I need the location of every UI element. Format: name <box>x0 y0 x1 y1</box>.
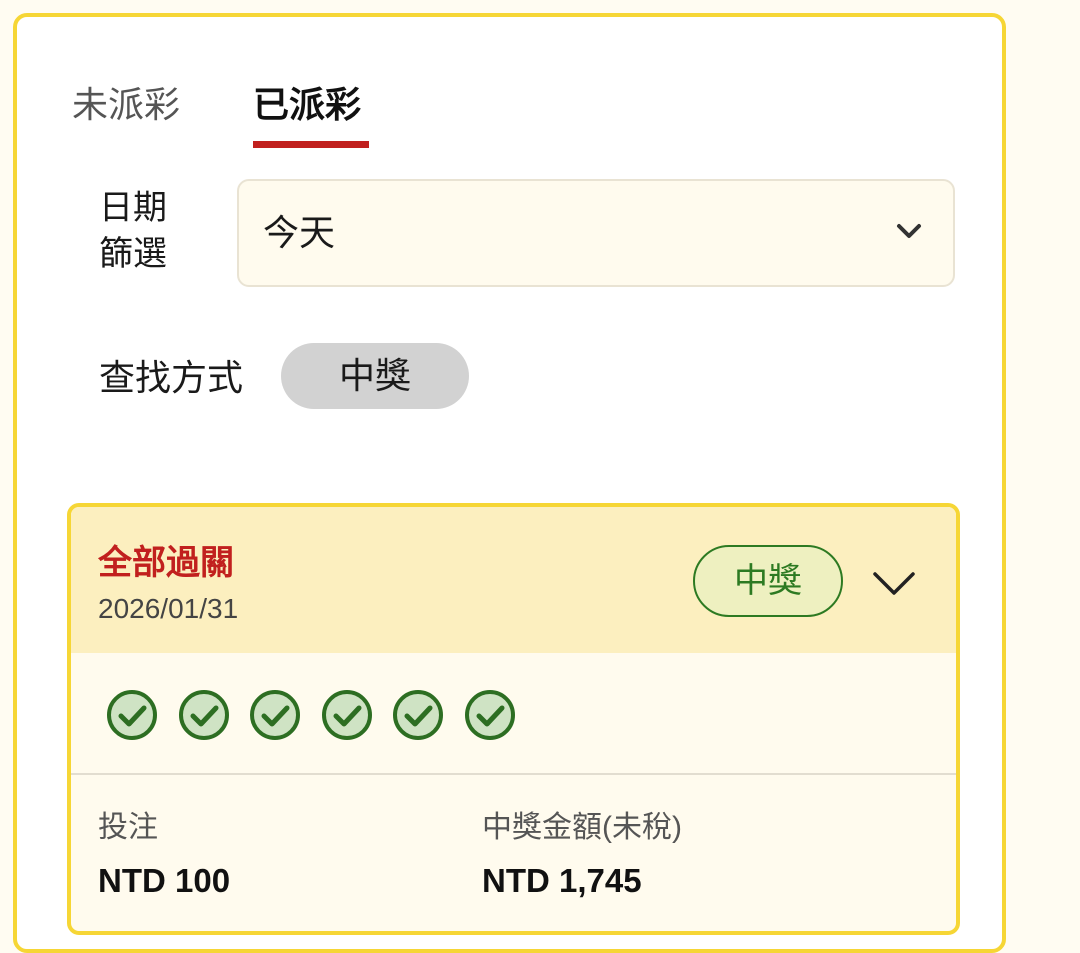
won-check-icon <box>321 690 372 740</box>
won-check-icon <box>393 690 443 740</box>
search-method-chip[interactable]: 中獎 <box>281 343 469 409</box>
payout-label: 中獎金額(未稅) <box>482 811 682 844</box>
stake-value: NTD 100 <box>98 862 231 899</box>
stake-label: 投注 <box>98 811 158 844</box>
tab-unsettled[interactable]: 未派彩 <box>72 79 180 131</box>
won-check-icon <box>464 690 515 740</box>
bet-type-title: 全部過關 <box>98 544 234 582</box>
date-filter-label-line2: 篩選 <box>99 235 167 273</box>
date-filter-select[interactable]: 今天 <box>237 179 955 287</box>
status-badge: 中獎 <box>693 545 843 617</box>
bet-card-header[interactable]: 全部過關 2026/01/31 中獎 <box>71 507 956 653</box>
bet-date: 2026/01/31 <box>98 593 239 624</box>
date-filter-label: 日期 篩選 <box>99 185 189 277</box>
bet-history-panel: 未派彩 已派彩 日期 篩選 今天 查找方式 中獎 全部過關 2026/01/31… <box>13 13 1006 953</box>
won-check-icon <box>107 690 157 740</box>
tab-settled[interactable]: 已派彩 <box>253 79 361 131</box>
search-method-label: 查找方式 <box>99 357 244 398</box>
divider <box>71 773 956 775</box>
date-filter-value: 今天 <box>263 212 336 253</box>
active-tab-indicator <box>253 141 369 148</box>
chevron-down-icon[interactable] <box>871 565 917 601</box>
won-check-icon <box>250 690 300 740</box>
won-check-icon <box>178 690 229 740</box>
payout-value: NTD 1,745 <box>482 862 642 899</box>
date-filter-label-line1: 日期 <box>99 189 167 227</box>
chevron-down-icon <box>897 224 921 238</box>
bet-card[interactable]: 全部過關 2026/01/31 中獎 投注 NTD 100 中獎金額(未稅) N… <box>67 503 960 935</box>
